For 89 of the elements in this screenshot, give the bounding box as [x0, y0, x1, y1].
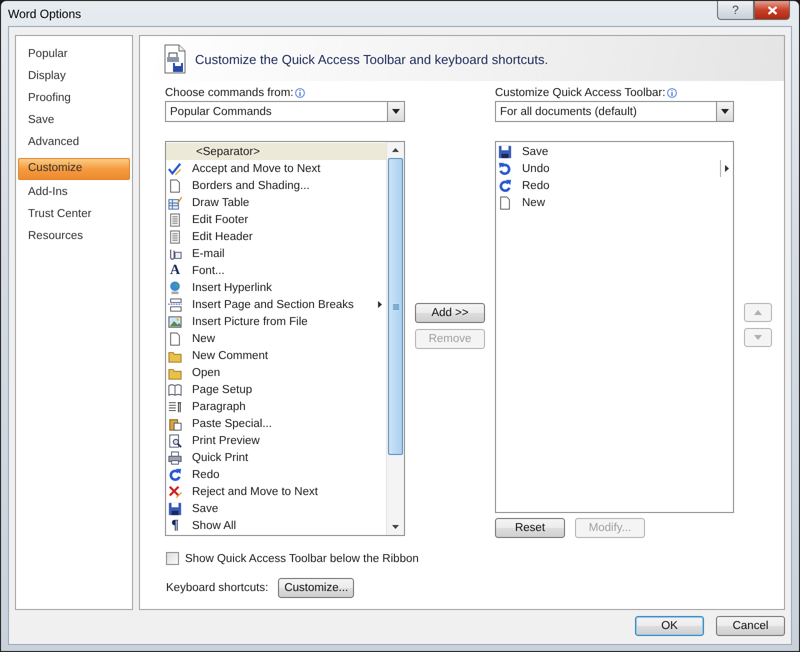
document-icon: [168, 230, 182, 244]
scroll-thumb[interactable]: [388, 158, 403, 455]
sidebar-item[interactable]: Trust Center: [18, 205, 130, 224]
page-heading: Customize the Quick Access Toolbar and keyboard shortcuts.: [195, 52, 548, 67]
table-pencil-icon: [168, 196, 182, 210]
toolbar-item[interactable]: Save: [496, 143, 733, 160]
down-arrow-icon: [754, 335, 762, 340]
command-item[interactable]: Page Setup: [166, 381, 386, 398]
field-label: Customize Quick Access Toolbar:: [495, 86, 666, 98]
command-item[interactable]: Insert Page and Section Breaks: [166, 296, 386, 313]
sidebar-item[interactable]: Resources: [18, 227, 130, 246]
sidebar-item[interactable]: Customize: [18, 158, 130, 180]
glyph-icon: ¶: [168, 518, 182, 532]
command-item[interactable]: New Comment: [166, 347, 386, 364]
window-title: Word Options: [8, 7, 82, 21]
sidebar-item[interactable]: Save: [18, 111, 130, 130]
command-item[interactable]: Reject and Move to Next: [166, 483, 386, 500]
scrollbar[interactable]: [386, 142, 404, 535]
grip-icon: [392, 304, 398, 310]
cancel-button[interactable]: Cancel: [716, 616, 785, 636]
scroll-down-icon: [392, 525, 399, 529]
command-item[interactable]: E-mail: [166, 245, 386, 262]
command-item[interactable]: Borders and Shading...: [166, 177, 386, 194]
sidebar-item[interactable]: Advanced: [18, 133, 130, 152]
command-item[interactable]: Paste Special...: [166, 415, 386, 432]
scroll-up-icon: [392, 148, 399, 152]
toolbar-item[interactable]: Redo: [496, 177, 733, 194]
dropdown-arrow-icon: [392, 109, 400, 114]
command-item[interactable]: New: [166, 330, 386, 347]
keyboard-shortcuts-label: Keyboard shortcuts:: [166, 582, 268, 594]
redo-icon: [498, 178, 512, 192]
picture-icon: [168, 314, 182, 328]
field-label: Choose commands from:: [165, 86, 294, 98]
add-button[interactable]: Add >>: [415, 303, 485, 323]
command-item[interactable]: Draw Table: [166, 194, 386, 211]
check-pencil-icon: [168, 162, 182, 176]
sidebar-item[interactable]: Proofing: [18, 89, 130, 108]
command-item[interactable]: Paragraph: [166, 398, 386, 415]
undo-icon: [498, 162, 512, 176]
globe-icon: [168, 280, 182, 294]
checkbox-label: Show Quick Access Toolbar below the Ribbon: [185, 552, 419, 564]
ok-button[interactable]: OK: [635, 616, 704, 636]
command-item[interactable]: Accept and Move to Next: [166, 160, 386, 177]
book-icon: [168, 382, 182, 396]
floppy-icon: [498, 144, 512, 158]
commands-dropdown[interactable]: Popular Commands: [165, 101, 405, 122]
paperclip-icon: [168, 246, 182, 260]
toolbar-item[interactable]: Undo: [496, 160, 733, 177]
command-item[interactable]: Redo: [166, 466, 386, 483]
toolbar-item[interactable]: New: [496, 194, 733, 211]
info-icon: [295, 88, 306, 98]
close-button[interactable]: [754, 1, 790, 20]
document-printer-icon: [164, 44, 186, 74]
command-item[interactable]: Insert Hyperlink: [166, 279, 386, 296]
clipboard-icon: [168, 416, 182, 430]
command-item[interactable]: A Font...: [166, 262, 386, 279]
paragraph-icon: [168, 400, 182, 414]
dropdown-arrow-icon: [721, 109, 729, 114]
page-icon: [168, 332, 182, 346]
info-icon: [667, 88, 678, 98]
printer-icon: [168, 450, 182, 464]
command-item[interactable]: Print Preview: [166, 432, 386, 449]
command-item[interactable]: Edit Footer: [166, 211, 386, 228]
command-item[interactable]: ¶ Show All: [166, 517, 386, 534]
help-button[interactable]: ?: [717, 1, 754, 20]
command-item[interactable]: <Separator>: [166, 143, 386, 160]
redo-icon: [168, 468, 182, 482]
close-icon: [766, 6, 778, 14]
command-item[interactable]: Insert Picture from File: [166, 313, 386, 330]
toolbar-scope-dropdown[interactable]: For all documents (default): [495, 101, 734, 122]
page-icon: [168, 178, 182, 192]
glyph-icon: A: [168, 264, 182, 278]
command-item[interactable]: Save: [166, 500, 386, 517]
command-item[interactable]: Edit Header: [166, 228, 386, 245]
sidebar-item[interactable]: Add-Ins: [18, 183, 130, 202]
command-item[interactable]: Quick Print: [166, 449, 386, 466]
command-item[interactable]: Open: [166, 364, 386, 381]
reset-button[interactable]: Reset: [495, 518, 565, 538]
page-break-icon: [168, 298, 182, 312]
up-arrow-icon: [754, 310, 762, 315]
magnifier-page-icon: [168, 434, 182, 448]
checkbox[interactable]: [166, 552, 179, 565]
page-icon: [498, 196, 512, 210]
document-icon: [168, 212, 182, 226]
sidebar-item[interactable]: Popular: [18, 45, 130, 64]
reject-icon: [168, 484, 182, 498]
sidebar-item[interactable]: Display: [18, 67, 130, 86]
floppy-icon: [168, 502, 182, 516]
customize-button[interactable]: Customize...: [278, 578, 354, 598]
